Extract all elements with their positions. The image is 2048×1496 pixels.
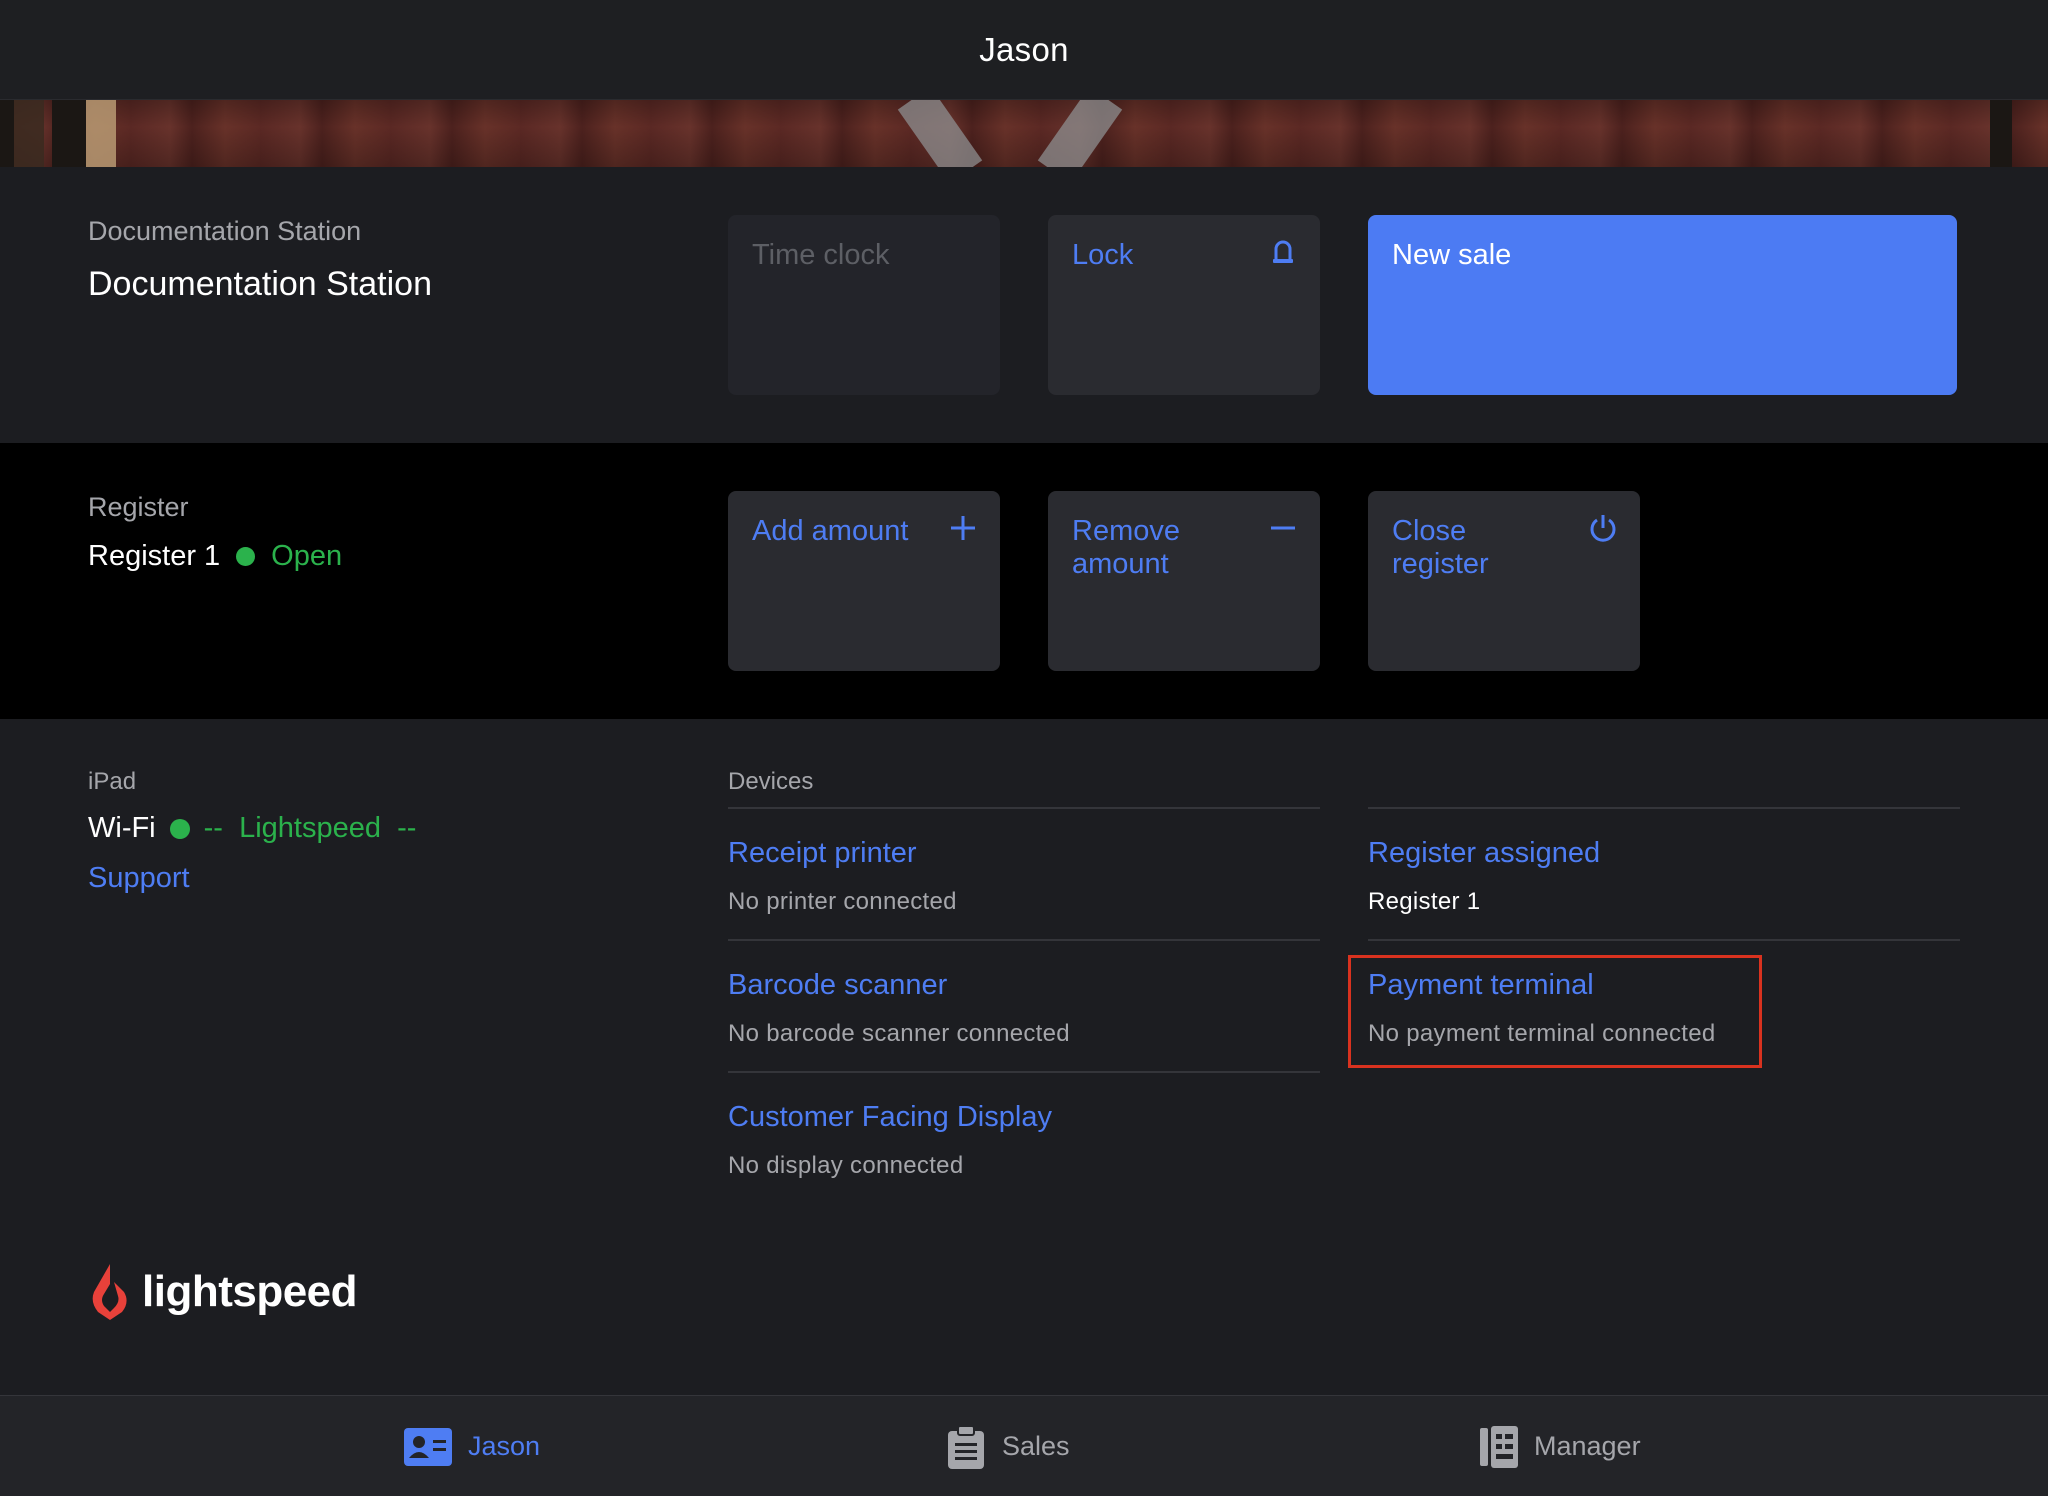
tab-sales[interactable]: Sales [946,1396,1070,1496]
barcode-scanner-link[interactable]: Barcode scanner [728,969,947,1002]
minus-icon [1271,526,1295,530]
top-bar: Jason [0,0,2048,100]
time-clock-button[interactable]: Time clock [728,215,1000,395]
plus-icon [951,516,975,540]
close-register-label: Close register [1392,515,1489,580]
remove-amount-button[interactable]: Remove amount [1048,491,1320,671]
add-amount-button[interactable]: Add amount [728,491,1000,671]
payment-terminal-highlight-box [1348,955,1762,1068]
register-assigned-link[interactable]: Register assigned [1368,837,1600,870]
bell-lock-icon [1273,240,1293,263]
tab-jason-label: Jason [468,1431,541,1461]
wifi-label: Wi-Fi [88,812,156,844]
wifi-network: -- Lightspeed -- [203,812,417,844]
register-assigned-value: Register 1 [1368,888,1481,915]
new-sale-label: New sale [1392,239,1512,271]
register-section-label: Register [88,492,189,522]
binder-icon [1480,1425,1518,1468]
register-name: Register 1 [88,540,221,572]
customer-facing-display-status: No display connected [728,1152,964,1179]
customer-facing-display-link[interactable]: Customer Facing Display [728,1101,1052,1134]
tab-manager-label: Manager [1534,1431,1641,1461]
page-title: Jason [979,30,1069,68]
divider [728,807,1320,809]
devices-heading: Devices [728,768,814,795]
barcode-scanner-status: No barcode scanner connected [728,1020,1070,1047]
tab-sales-label: Sales [1002,1431,1070,1461]
lightspeed-logo: lightspeed [88,1262,358,1322]
tab-manager[interactable]: Manager [1480,1396,1641,1496]
divider [1368,807,1960,809]
receipt-printer-link[interactable]: Receipt printer [728,837,917,870]
close-register-button[interactable]: Close register [1368,491,1640,671]
lock-label: Lock [1072,239,1134,271]
logo-text: lightspeed [142,1267,358,1316]
lightspeed-flame-icon [92,1264,127,1320]
support-link[interactable]: Support [88,862,190,895]
lock-button[interactable]: Lock [1048,215,1320,395]
user-card-icon [404,1427,452,1466]
station-section-label: Documentation Station [88,216,362,246]
add-amount-label: Add amount [752,515,909,547]
time-clock-label: Time clock [752,239,890,271]
open-status-dot-icon [236,547,256,566]
power-icon [1590,515,1616,542]
header-banner-image [0,100,2048,167]
register-status-row: Register 1 Open [88,540,342,573]
register-status: Open [271,540,343,572]
new-sale-button[interactable]: New sale [1368,215,1957,395]
wifi-status-row: Wi-Fi -- Lightspeed -- [88,812,416,845]
bottom-tab-bar: Jason Sales Manager [0,1395,2048,1496]
clipboard-icon [948,1424,984,1469]
wifi-status-dot-icon [169,818,190,839]
divider [728,939,1320,941]
station-name: Documentation Station [88,265,432,303]
register-section [0,443,2048,719]
ipad-section-label: iPad [88,768,137,795]
tab-jason[interactable]: Jason [404,1396,540,1496]
receipt-printer-status: No printer connected [728,888,957,915]
divider [1368,939,1960,941]
remove-amount-label: Remove amount [1072,515,1180,580]
divider [728,1071,1320,1073]
